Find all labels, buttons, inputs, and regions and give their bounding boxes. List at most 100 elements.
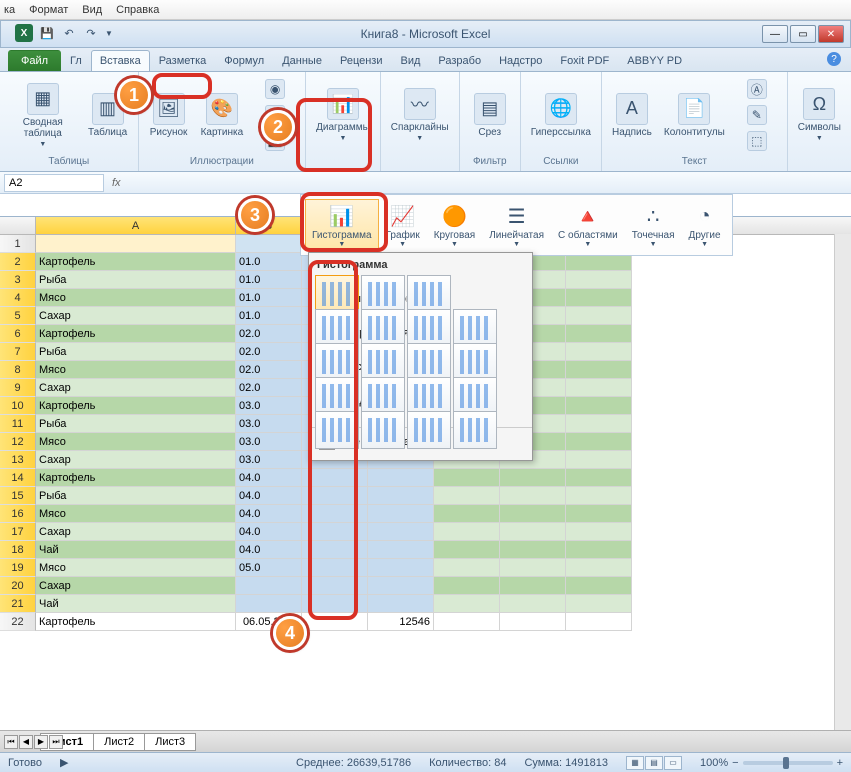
chart-thumbnail[interactable] <box>407 411 451 449</box>
cell[interactable] <box>500 505 566 523</box>
menu-item[interactable]: ка <box>4 4 15 16</box>
cell[interactable] <box>434 559 500 577</box>
cell[interactable] <box>368 487 434 505</box>
cell[interactable]: Мясо <box>36 361 236 379</box>
cell[interactable]: Сахар <box>36 523 236 541</box>
col-header-a[interactable]: A <box>36 217 236 234</box>
area-chart-button[interactable]: 🔺С областями▼ <box>551 199 625 251</box>
line-chart-button[interactable]: 📈График▼ <box>379 199 427 251</box>
cell[interactable]: 03.0 <box>236 433 302 451</box>
row-header[interactable]: 3 <box>0 271 36 289</box>
cell[interactable] <box>302 613 368 631</box>
cell[interactable]: 04.0 <box>236 487 302 505</box>
chart-thumbnail[interactable] <box>453 343 497 381</box>
cell[interactable] <box>434 595 500 613</box>
cell[interactable]: 02.0 <box>236 325 302 343</box>
row-header[interactable]: 6 <box>0 325 36 343</box>
clipart-button[interactable]: 🎨Картинка <box>197 91 248 140</box>
wordart-icon[interactable]: Ⓐ <box>733 77 781 101</box>
cell[interactable]: 04.0 <box>236 505 302 523</box>
cell[interactable] <box>302 505 368 523</box>
cell[interactable]: 05.0 <box>236 559 302 577</box>
cell[interactable] <box>566 577 632 595</box>
view-pagebreak-icon[interactable]: ▭ <box>664 756 682 770</box>
chart-thumbnail[interactable] <box>361 309 405 347</box>
cell[interactable] <box>500 595 566 613</box>
cell[interactable] <box>236 595 302 613</box>
cell[interactable]: 01.0 <box>236 289 302 307</box>
cell[interactable]: 04.0 <box>236 523 302 541</box>
row-header[interactable]: 19 <box>0 559 36 577</box>
signature-icon[interactable]: ✎ <box>733 103 781 127</box>
cell[interactable] <box>368 577 434 595</box>
tab-file[interactable]: Файл <box>8 50 61 71</box>
cell[interactable] <box>566 595 632 613</box>
tab-view[interactable]: Вид <box>392 50 430 71</box>
chart-thumbnail[interactable] <box>453 309 497 347</box>
chart-thumbnail[interactable] <box>361 411 405 449</box>
cell[interactable] <box>566 325 632 343</box>
sheet-tab[interactable]: Лист3 <box>144 733 196 751</box>
cell[interactable]: Картофель <box>36 253 236 271</box>
row-header[interactable]: 4 <box>0 289 36 307</box>
cell[interactable] <box>368 469 434 487</box>
chart-thumbnail[interactable] <box>361 343 405 381</box>
zoom-slider[interactable] <box>743 761 833 765</box>
cell[interactable] <box>566 379 632 397</box>
chart-thumbnail[interactable] <box>361 377 405 415</box>
cell[interactable] <box>368 541 434 559</box>
row-header[interactable]: 21 <box>0 595 36 613</box>
cell[interactable] <box>566 469 632 487</box>
chart-thumbnail[interactable] <box>315 411 359 449</box>
cell[interactable] <box>434 523 500 541</box>
cell[interactable]: Мясо <box>36 505 236 523</box>
close-button[interactable]: ✕ <box>818 25 844 43</box>
chart-thumbnail[interactable] <box>315 275 359 313</box>
cell[interactable] <box>500 487 566 505</box>
row-header[interactable]: 20 <box>0 577 36 595</box>
fx-icon[interactable]: fx <box>112 177 121 189</box>
zoom-in-icon[interactable]: + <box>837 757 843 769</box>
sheet-nav-first[interactable]: ⏮ <box>4 735 18 749</box>
cell[interactable] <box>434 505 500 523</box>
cell[interactable] <box>566 343 632 361</box>
bar-chart-button[interactable]: ☰Линейчатая▼ <box>482 199 551 251</box>
qat-dropdown-icon[interactable]: ▼ <box>105 29 113 38</box>
chart-thumbnail[interactable] <box>407 343 451 381</box>
cell[interactable] <box>302 559 368 577</box>
chart-thumbnail[interactable] <box>407 377 451 415</box>
cell[interactable] <box>368 595 434 613</box>
tab-layout[interactable]: Разметка <box>150 50 216 71</box>
cell[interactable]: Сахар <box>36 451 236 469</box>
minimize-button[interactable]: — <box>762 25 788 43</box>
row-header[interactable]: 9 <box>0 379 36 397</box>
chart-thumbnail[interactable] <box>315 309 359 347</box>
cell[interactable] <box>236 577 302 595</box>
menu-item[interactable]: Формат <box>29 4 68 16</box>
cell[interactable] <box>566 541 632 559</box>
cell[interactable]: Рыба <box>36 415 236 433</box>
cell[interactable] <box>566 559 632 577</box>
chart-thumbnail[interactable] <box>453 377 497 415</box>
cell[interactable] <box>434 613 500 631</box>
row-header[interactable]: 7 <box>0 343 36 361</box>
tab-home[interactable]: Гл <box>61 50 91 71</box>
chart-thumbnail[interactable] <box>361 275 405 313</box>
row-header[interactable]: 12 <box>0 433 36 451</box>
row-header[interactable]: 11 <box>0 415 36 433</box>
tab-foxit[interactable]: Foxit PDF <box>551 50 618 71</box>
chart-thumbnail[interactable] <box>453 411 497 449</box>
cell[interactable]: 01.0 <box>236 253 302 271</box>
row-header[interactable]: 5 <box>0 307 36 325</box>
cell[interactable]: Сахар <box>36 307 236 325</box>
cell[interactable] <box>236 235 302 253</box>
hyperlink-button[interactable]: 🌐Гиперссылка <box>527 91 595 140</box>
object-icon[interactable]: ⬚ <box>733 129 781 153</box>
cell[interactable]: 02.0 <box>236 343 302 361</box>
select-all-corner[interactable] <box>0 217 36 234</box>
tab-formulas[interactable]: Формул <box>215 50 273 71</box>
cell[interactable] <box>566 523 632 541</box>
row-header[interactable]: 10 <box>0 397 36 415</box>
cell[interactable] <box>434 541 500 559</box>
cell[interactable] <box>302 595 368 613</box>
